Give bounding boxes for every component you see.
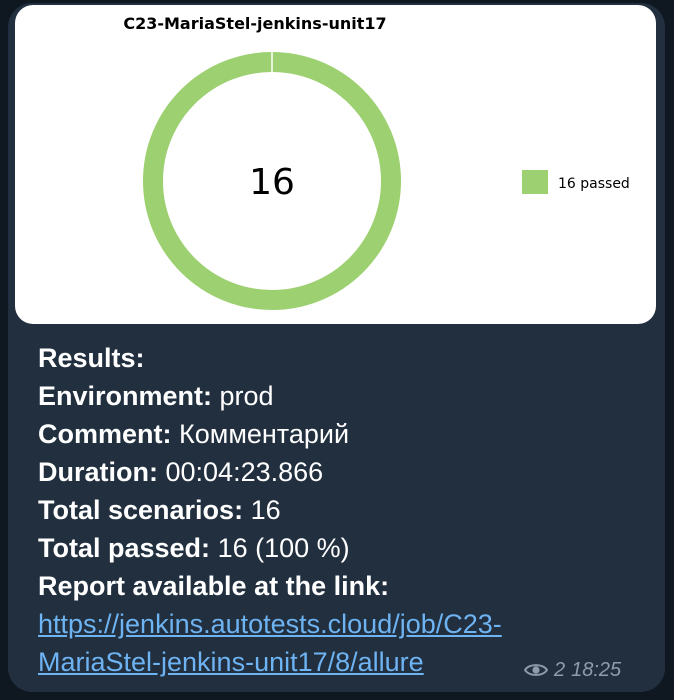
- total-scenarios-label: Total scenarios:: [38, 495, 244, 525]
- total-passed-value: 16 (100 %): [217, 533, 350, 563]
- duration-value: 00:04:23.866: [165, 457, 324, 487]
- legend-label-passed: 16 passed: [558, 176, 630, 192]
- comment-label: Comment:: [38, 419, 172, 449]
- duration-row: Duration: 00:04:23.866: [38, 453, 578, 491]
- chart-title: C23-MariaStel-jenkins-unit17: [123, 14, 386, 33]
- report-label: Report available at the link:: [38, 571, 390, 601]
- report-row: Report available at the link: https://je…: [38, 567, 578, 681]
- environment-row: Environment: prod: [38, 377, 578, 415]
- duration-label: Duration:: [38, 457, 158, 487]
- message-time: 18:25: [571, 659, 622, 681]
- message-bubble: C23-MariaStel-jenkins-unit17 16 16 passe…: [8, 3, 665, 692]
- total-passed-row: Total passed: 16 (100 %): [38, 529, 578, 567]
- donut-chart: C23-MariaStel-jenkins-unit17 16 16 passe…: [123, 14, 630, 310]
- message-meta: 2 18:25: [524, 657, 621, 683]
- center-value: 16: [249, 162, 295, 203]
- environment-label: Environment:: [38, 381, 213, 411]
- eye-icon: [524, 664, 548, 676]
- allure-chart-image[interactable]: C23-MariaStel-jenkins-unit17 16 16 passe…: [15, 5, 656, 324]
- results-heading: Results:: [38, 343, 145, 373]
- total-scenarios-row: Total scenarios: 16: [38, 491, 578, 529]
- views-count: 2: [554, 659, 566, 681]
- report-link[interactable]: https://jenkins.autotests.cloud/job/C23-…: [38, 609, 502, 677]
- total-scenarios-value: 16: [250, 495, 281, 525]
- legend-swatch-passed: [522, 170, 548, 194]
- total-passed-label: Total passed:: [38, 533, 211, 563]
- message-text: Results: Environment: prod Comment: Комм…: [38, 339, 578, 681]
- comment-value: Комментарий: [179, 419, 350, 449]
- comment-row: Comment: Комментарий: [38, 415, 578, 453]
- environment-value: prod: [219, 381, 274, 411]
